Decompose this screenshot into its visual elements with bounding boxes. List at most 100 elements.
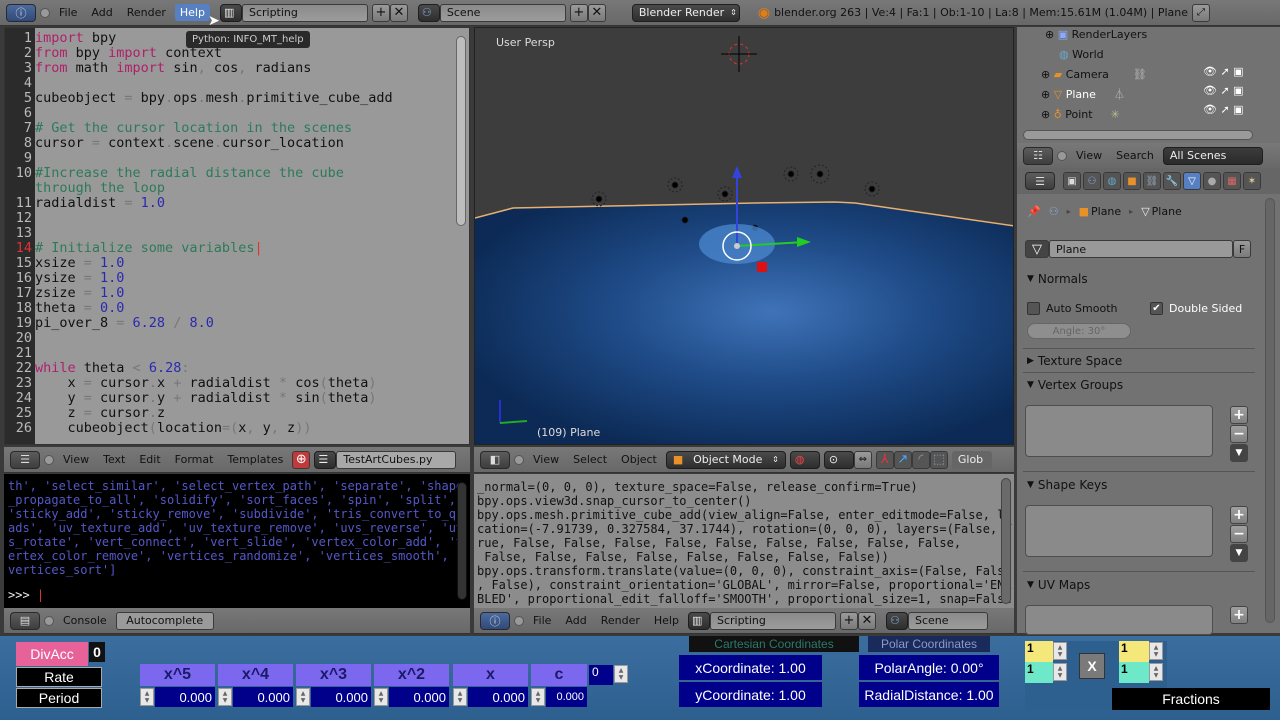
text-editor[interactable]: 1 import bpy 2 from bpy import context 3 from… [4,27,470,445]
scale-manipulator-button[interactable]: ◜ [911,450,930,469]
code-line[interactable]: 14 # Initialize some variables| [5,241,465,256]
divacc-button[interactable]: DivAcc [16,642,88,666]
term-coefficient-input[interactable]: 0.000 [311,687,371,707]
term-spinner[interactable]: ▲ ▼ [374,688,388,706]
code-line[interactable]: 11 radialdist = 1.0 [5,196,465,211]
viewport-shading-select[interactable]: ◍ [789,450,820,469]
menu-render[interactable]: Render [596,612,645,629]
tab-modifiers[interactable]: 🔧 [1163,172,1181,190]
text-browse-button[interactable]: ☰ [314,450,337,469]
properties-scrollbar[interactable] [1265,198,1275,623]
scene-field[interactable]: Scene [907,611,988,630]
code-line[interactable]: 8 cursor = context.scene.cursor_location [5,136,465,151]
editor-type-info-button[interactable]: ⓘ [6,3,36,22]
auto-smooth-checkbox[interactable]: Auto Smooth [1027,302,1117,315]
code-line[interactable]: 20 [5,331,465,346]
code-line[interactable]: 10 #Increase the radial distance the cube [5,166,465,181]
menu-help[interactable]: Help [649,612,684,629]
3d-viewport[interactable]: User Persp (109) Plane [474,27,1014,445]
code-line[interactable]: 7 # Get the cursor location in the scenes [5,121,465,136]
term-spinner[interactable]: ▲ ▼ [531,688,545,706]
menu-view[interactable]: View [1071,147,1107,164]
code-line[interactable]: 12 [5,211,465,226]
editor-type-info-button[interactable]: ⓘ [480,611,510,630]
right-denominator-spinner[interactable]: ▲ ▼ [1149,663,1163,681]
outliner-item-renderlayers[interactable]: ⊕ ▣ RenderLayers [1017,24,1280,44]
panel-normals-header[interactable]: ▼ Normals [1027,272,1088,286]
menu-search[interactable]: Search [1111,147,1159,164]
term-coefficient-input[interactable]: 0.000 [155,687,215,707]
left-numerator-input[interactable]: 1 [1025,641,1053,662]
code-line[interactable]: 4 [5,76,465,91]
screen-layout-icon-button[interactable]: ▥ [687,611,710,630]
term-spinner[interactable]: ▲ ▼ [453,688,467,706]
angle-slider[interactable]: Angle: 30° [1027,323,1131,339]
manipulator-toggle[interactable]: ⇔ [853,450,872,469]
eye-icon[interactable]: 👁 ➚ ▣ [1203,103,1244,116]
editor-type-console-button[interactable]: ▤ [10,611,40,630]
code-line[interactable]: 22 while theta < 6.28: [5,361,465,376]
code-line[interactable]: 16 ysize = 1.0 [5,271,465,286]
panel-texture-space-header[interactable]: ▶ Texture Space [1027,354,1122,368]
term-coefficient-input[interactable]: 0.000 [233,687,293,707]
term-spinner[interactable]: ▲ ▼ [218,688,232,706]
remove-screen-button[interactable]: ✕ [389,3,408,22]
remove-shape-key-button[interactable]: − [1230,525,1248,543]
remove-scene-button[interactable]: ✕ [587,3,606,22]
collapse-menu-button[interactable] [514,454,524,465]
tab-material[interactable]: ● [1203,172,1221,190]
code-line[interactable]: 25 z = cursor.z [5,406,465,421]
pin-icon[interactable]: 📌 [1027,205,1041,218]
multiply-button[interactable]: X [1079,653,1105,679]
menu-file[interactable]: File [528,612,556,629]
menu-help[interactable]: Help [174,4,210,21]
expand-icon[interactable]: ⊕ [1041,108,1050,121]
scene-icon-button[interactable]: ⚇ [885,611,908,630]
uv-maps-list[interactable] [1025,605,1213,635]
left-denominator-input[interactable]: 1 [1025,662,1053,683]
render-engine-select[interactable]: Blender Render ⇕ [631,3,740,22]
menu-object[interactable]: Object [616,451,662,468]
properties-editor[interactable]: ☰ ▣ ⚇ ◍ ■ ⛓ 🔧 ▽ ● ▦ ✶ 📌 ⚇ ▸ ■ Plane ▸ ▽ Pl… [1017,168,1280,635]
add-shape-key-button[interactable]: + [1230,506,1248,524]
degree-spinner[interactable]: ▲ ▼ [614,665,628,683]
menu-select[interactable]: Select [568,451,612,468]
screen-layout-field[interactable]: Scripting [241,3,368,22]
right-numerator-input[interactable]: 1 [1119,641,1149,662]
remove-screen-button[interactable]: ✕ [857,611,876,630]
term-spinner[interactable]: ▲ ▼ [296,688,310,706]
panel-vertex-groups-header[interactable]: ▼ Vertex Groups [1027,378,1123,392]
term-coefficient-input[interactable]: 0.000 [389,687,449,707]
add-uv-map-button[interactable]: + [1230,606,1248,624]
menu-add[interactable]: Add [86,4,117,21]
term-spinner[interactable]: ▲ ▼ [140,688,154,706]
eye-icon[interactable]: 👁 ➚ ▣ [1203,65,1244,78]
mesh-browse-button[interactable]: ▽ [1025,240,1049,258]
term-button-deg1[interactable]: x [453,664,528,686]
tab-world[interactable]: ◍ [1103,172,1121,190]
lifebuoy-button[interactable]: ⊕ [292,450,311,469]
right-denominator-input[interactable]: 1 [1119,662,1149,683]
menu-add[interactable]: Add [560,612,591,629]
shape-key-menu-button[interactable]: ▼ [1230,544,1248,562]
tab-data[interactable]: ▽ [1183,172,1201,190]
mesh-name-field[interactable]: Plane [1049,240,1233,258]
shape-keys-list[interactable] [1025,505,1213,557]
collapse-menu-button[interactable] [1057,150,1067,161]
term-button-deg5[interactable]: x^5 [140,664,215,686]
code-line[interactable]: 9 [5,151,465,166]
editor-type-3d-button[interactable]: ◧ [480,450,510,469]
tab-texture[interactable]: ▦ [1223,172,1241,190]
code-line[interactable]: 21 [5,346,465,361]
code-line[interactable]: 17 zsize = 1.0 [5,286,465,301]
degree-input[interactable]: 0 [589,665,613,685]
display-mode-select[interactable]: All Scenes [1162,146,1263,165]
menu-edit[interactable]: Edit [134,451,165,468]
code-line[interactable]: 19 pi_over_8 = 6.28 / 8.0 [5,316,465,331]
text-filename-field[interactable]: TestArtCubes.py [336,450,457,469]
double-sided-checkbox[interactable]: ✔ Double Sided [1150,302,1242,315]
code-line[interactable]: 18 theta = 0.0 [5,301,465,316]
add-screen-button[interactable]: + [371,3,390,22]
vertex-group-menu-button[interactable]: ▼ [1230,444,1248,462]
code-line[interactable]: 24 y = cursor.y + radialdist * sin(theta… [5,391,465,406]
